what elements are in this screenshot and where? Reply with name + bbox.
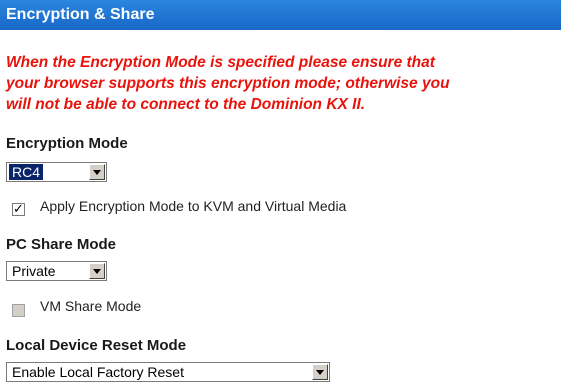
pc-share-mode-select[interactable]: Private <box>6 261 107 281</box>
vm-share-mode-checkbox[interactable] <box>12 304 25 317</box>
encryption-mode-select[interactable]: RC4 <box>6 162 107 182</box>
chevron-down-icon[interactable] <box>89 164 105 180</box>
encryption-mode-value: RC4 <box>9 164 44 180</box>
encryption-mode-label: Encryption Mode <box>6 135 128 152</box>
warning-line-3: will not be able to connect to the Domin… <box>6 96 366 113</box>
warning-line-1: When the Encryption Mode is specified pl… <box>6 54 435 71</box>
section-title: Encryption & Share <box>6 6 155 23</box>
section-header: Encryption & Share <box>0 0 561 30</box>
pc-share-mode-value: Private <box>12 263 56 279</box>
warning-line-2: your browser supports this encryption mo… <box>6 75 450 92</box>
apply-encryption-checkbox[interactable]: ✓ <box>12 201 25 216</box>
local-reset-mode-label: Local Device Reset Mode <box>6 337 187 354</box>
apply-encryption-label: Apply Encryption Mode to KVM and Virtual… <box>40 198 347 214</box>
chevron-down-icon[interactable] <box>312 364 328 380</box>
checkmark-icon: ✓ <box>13 201 24 216</box>
local-reset-mode-value: Enable Local Factory Reset <box>12 364 184 380</box>
vm-share-mode-label: VM Share Mode <box>40 298 142 314</box>
encryption-warning: When the Encryption Mode is specified pl… <box>6 52 558 115</box>
local-reset-mode-select[interactable]: Enable Local Factory Reset <box>6 362 330 382</box>
chevron-down-icon[interactable] <box>89 263 105 279</box>
pc-share-mode-label: PC Share Mode <box>6 236 117 253</box>
